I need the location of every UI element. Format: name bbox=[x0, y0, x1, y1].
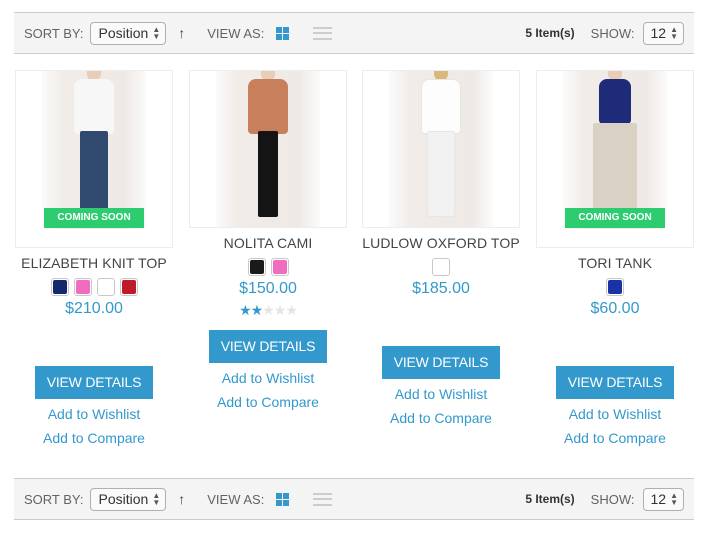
grid-icon[interactable] bbox=[276, 492, 290, 506]
grid-icon[interactable] bbox=[276, 26, 290, 40]
show-select[interactable]: 12 ▲ ▼ bbox=[642, 487, 684, 511]
view-as-label: VIEW AS: bbox=[207, 491, 265, 507]
garment-bottom bbox=[427, 131, 455, 217]
product-image[interactable] bbox=[362, 70, 520, 228]
sort-by-label: SORT BY: bbox=[24, 491, 84, 507]
show-label: SHOW: bbox=[590, 491, 635, 507]
color-swatch[interactable] bbox=[73, 278, 92, 296]
color-swatches bbox=[14, 278, 174, 296]
sort-by-value: Position bbox=[98, 25, 149, 41]
item-count: 5 Item(s) bbox=[525, 492, 575, 506]
arrow-up-icon[interactable]: ↑ bbox=[178, 491, 185, 507]
color-swatch[interactable] bbox=[247, 258, 266, 276]
product-price: $210.00 bbox=[65, 300, 123, 317]
add-to-wishlist-link[interactable]: Add to Wishlist bbox=[361, 385, 521, 403]
garment-bottom bbox=[80, 131, 108, 217]
color-swatch[interactable] bbox=[606, 278, 624, 296]
show-value: 12 bbox=[650, 25, 667, 41]
select-arrows-icon: ▲ ▼ bbox=[670, 491, 678, 507]
product-card: NOLITA CAMI $150.00 ★★★★★ VIEW DETAILS A… bbox=[188, 70, 348, 411]
product-card: LUDLOW OXFORD TOP $185.00 VIEW DETAILS A… bbox=[361, 70, 521, 427]
color-swatch[interactable] bbox=[432, 258, 450, 276]
view-details-button[interactable]: VIEW DETAILS bbox=[382, 346, 500, 379]
view-details-button[interactable]: VIEW DETAILS bbox=[209, 330, 327, 363]
star-empty-icon: ★ bbox=[285, 302, 298, 318]
color-swatches bbox=[361, 258, 521, 276]
arrow-up-icon[interactable]: ↑ bbox=[178, 25, 185, 41]
toolbar-bottom: SORT BY: Position ▲ ▼ ↑ VIEW AS: 5 Item(s… bbox=[14, 478, 694, 520]
garment-top bbox=[421, 79, 461, 134]
product-card: COMING SOON ELIZABETH KNIT TOP $210.00 V… bbox=[14, 70, 174, 447]
sort-by-value: Position bbox=[98, 491, 149, 507]
rating-stars[interactable]: ★★★★★ bbox=[188, 302, 348, 318]
color-swatch[interactable] bbox=[50, 278, 69, 296]
add-to-wishlist-link[interactable]: Add to Wishlist bbox=[14, 405, 174, 423]
item-count: 5 Item(s) bbox=[525, 26, 575, 40]
star-filled-icon: ★ bbox=[250, 302, 264, 318]
star-empty-icon: ★ bbox=[262, 302, 275, 318]
add-to-wishlist-link[interactable]: Add to Wishlist bbox=[535, 405, 695, 423]
sort-by-select[interactable]: Position ▲ ▼ bbox=[89, 21, 167, 45]
garment-top bbox=[74, 79, 114, 134]
list-icon[interactable] bbox=[313, 26, 333, 40]
toolbar-top: SORT BY: Position ▲ ▼ ↑ VIEW AS: 5 Item(s… bbox=[14, 12, 694, 54]
show-label: SHOW: bbox=[590, 25, 635, 41]
product-photo bbox=[563, 71, 667, 229]
coming-soon-badge: COMING SOON bbox=[44, 208, 144, 228]
add-to-compare-link[interactable]: Add to Compare bbox=[535, 429, 695, 447]
product-price: $185.00 bbox=[412, 280, 470, 297]
list-icon[interactable] bbox=[313, 492, 333, 506]
sort-by-select[interactable]: Position ▲ ▼ bbox=[89, 487, 167, 511]
color-swatch[interactable] bbox=[270, 258, 289, 276]
product-image[interactable]: COMING SOON bbox=[536, 70, 694, 248]
sort-by-label: SORT BY: bbox=[24, 25, 84, 41]
show-select[interactable]: 12 ▲ ▼ bbox=[642, 21, 684, 45]
color-swatches bbox=[188, 258, 348, 276]
garment-top bbox=[248, 79, 288, 134]
coming-soon-badge: COMING SOON bbox=[565, 208, 665, 228]
view-details-button[interactable]: VIEW DETAILS bbox=[556, 366, 674, 399]
add-to-wishlist-link[interactable]: Add to Wishlist bbox=[188, 369, 348, 387]
select-arrows-icon: ▲ ▼ bbox=[152, 25, 161, 41]
product-photo bbox=[42, 71, 146, 229]
add-to-compare-link[interactable]: Add to Compare bbox=[14, 429, 174, 447]
product-photo bbox=[216, 71, 320, 227]
view-as-label: VIEW AS: bbox=[207, 25, 265, 41]
color-swatch[interactable] bbox=[96, 278, 115, 296]
show-value: 12 bbox=[650, 491, 667, 507]
product-image[interactable] bbox=[189, 70, 347, 228]
garment-bottom bbox=[258, 131, 278, 217]
add-to-compare-link[interactable]: Add to Compare bbox=[188, 393, 348, 411]
color-swatch[interactable] bbox=[119, 278, 138, 296]
garment-top bbox=[599, 79, 631, 124]
add-to-compare-link[interactable]: Add to Compare bbox=[361, 409, 521, 427]
product-photo bbox=[389, 71, 493, 227]
product-image[interactable]: COMING SOON bbox=[15, 70, 173, 248]
select-arrows-icon: ▲ ▼ bbox=[152, 491, 161, 507]
star-empty-icon: ★ bbox=[273, 302, 287, 318]
product-name[interactable]: TORI TANK bbox=[535, 255, 695, 271]
color-swatches bbox=[535, 278, 695, 296]
view-details-button[interactable]: VIEW DETAILS bbox=[35, 366, 153, 399]
product-name[interactable]: ELIZABETH KNIT TOP bbox=[14, 255, 174, 271]
select-arrows-icon: ▲ ▼ bbox=[670, 25, 678, 41]
star-filled-icon: ★ bbox=[239, 302, 252, 318]
product-name[interactable]: LUDLOW OXFORD TOP bbox=[361, 235, 521, 251]
product-price: $60.00 bbox=[590, 300, 640, 317]
product-card: COMING SOON TORI TANK $60.00 VIEW DETAIL… bbox=[535, 70, 695, 447]
product-name[interactable]: NOLITA CAMI bbox=[188, 235, 348, 251]
product-price: $150.00 bbox=[239, 280, 297, 297]
